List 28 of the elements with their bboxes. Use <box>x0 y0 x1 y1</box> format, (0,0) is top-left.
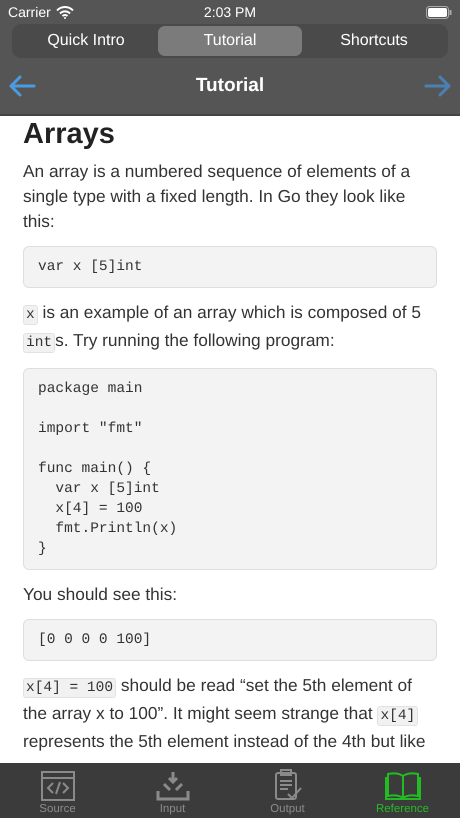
code-block: var x [5]int <box>23 246 437 288</box>
carrier-label: Carrier <box>8 4 51 20</box>
code-block: package main import "fmt" func main() { var x [5]int x[4] = 100 fmt.Println(x) } <box>23 368 437 570</box>
nav-title: Tutorial <box>196 75 264 97</box>
segment-tab[interactable]: Tutorial <box>158 26 302 56</box>
tab-bar-item[interactable]: Output <box>230 763 345 818</box>
tab-bar-item[interactable]: Reference <box>345 763 460 818</box>
code-icon <box>40 771 74 801</box>
back-button[interactable] <box>8 75 36 97</box>
section-heading: Arrays <box>23 118 116 151</box>
tab-bar-item[interactable]: Input <box>115 763 230 818</box>
segment-tab[interactable]: Quick Intro <box>14 26 158 56</box>
status-time: 2:03 PM <box>204 4 256 20</box>
paragraph: An array is a numbered sequence of elements of a single type with a fixed length. In Go they look like this: <box>23 160 412 233</box>
download-tray-icon <box>156 771 190 801</box>
paragraph: x is an example of an array which is composed of 5 int s. Try running the following program: <box>23 300 437 356</box>
paragraph: x[4] = 100 should be read “set the 5th element of the array x to 100”. It might seem strange that x[4] represents the 5th element instead of the 4th but like <box>23 674 427 753</box>
back-arrow-icon <box>8 75 36 97</box>
forward-arrow-icon <box>424 75 452 97</box>
clipboard-check-icon <box>272 769 302 801</box>
paragraph: You should see this: <box>23 583 178 606</box>
battery-icon <box>426 6 452 18</box>
segment-tab[interactable]: Shortcuts <box>302 26 446 56</box>
wifi-icon <box>56 6 74 18</box>
code-block: [0 0 0 0 100] <box>23 619 437 661</box>
tab-bar-item[interactable]: Source <box>0 763 115 818</box>
open-book-icon <box>384 771 420 801</box>
forward-button[interactable] <box>424 75 452 97</box>
